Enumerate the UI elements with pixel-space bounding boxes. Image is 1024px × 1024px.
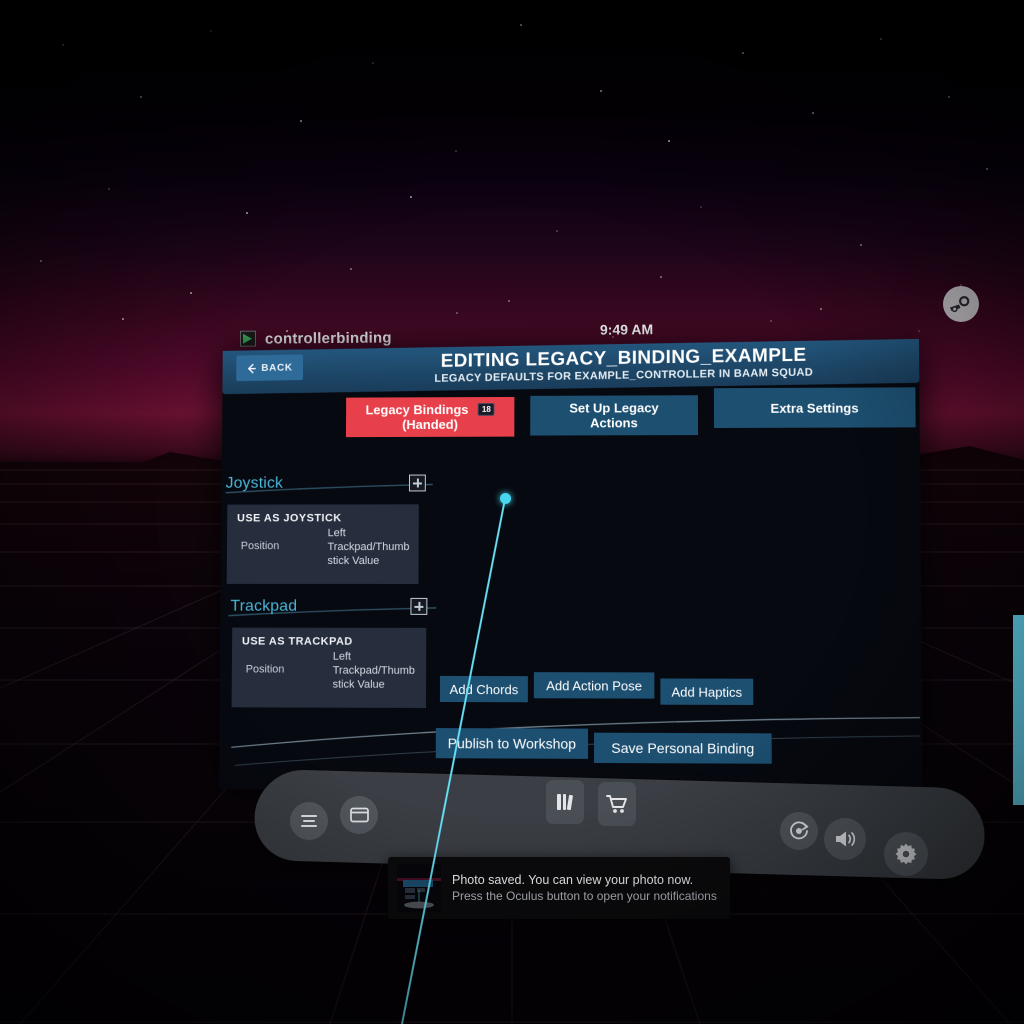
screenshot-thumbnail bbox=[397, 864, 441, 912]
tab-legacy-bindings[interactable]: Legacy Bindings 18 (Handed) bbox=[346, 397, 514, 437]
binding-card-joystick[interactable]: USE AS JOYSTICK Position Left Trackpad/T… bbox=[227, 504, 419, 584]
arrow-left-icon bbox=[247, 363, 258, 374]
binding-card-trackpad[interactable]: USE AS TRACKPAD Position Left Trackpad/T… bbox=[232, 628, 427, 708]
tab-legacy-bindings-line2: (Handed) bbox=[402, 417, 458, 432]
menu-icon[interactable] bbox=[290, 802, 328, 840]
tab-extra-settings[interactable]: Extra Settings bbox=[714, 387, 916, 428]
section-title-joystick: Joystick bbox=[225, 475, 283, 493]
notification-toast[interactable]: Photo saved. You can view your photo now… bbox=[388, 857, 730, 919]
window-icon[interactable] bbox=[340, 796, 378, 834]
star-field bbox=[0, 0, 1024, 330]
tab-set-up-legacy-actions-line1: Set Up Legacy bbox=[569, 400, 658, 415]
back-button-label: BACK bbox=[261, 362, 293, 373]
binding-card-trackpad-value-line2: Trackpad/Thumb bbox=[333, 664, 415, 678]
binding-editor-window: BACK EDITING LEGACY_BINDING_EXAMPLE LEGA… bbox=[219, 347, 923, 793]
publish-to-workshop-button-label: Publish to Workshop bbox=[448, 735, 576, 752]
binding-card-joystick-value-line1: Left bbox=[328, 526, 346, 540]
notification-title: Photo saved. You can view your photo now… bbox=[452, 872, 717, 888]
publish-to-workshop-button[interactable]: Publish to Workshop bbox=[436, 728, 588, 759]
binding-card-joystick-value-line2: Trackpad/Thumb bbox=[327, 540, 409, 554]
add-grid-icon-joystick[interactable] bbox=[409, 475, 426, 492]
add-action-pose-button-label: Add Action Pose bbox=[546, 678, 642, 693]
binding-card-joystick-value-line3: stick Value bbox=[327, 554, 379, 568]
steamvr-overlay-panel: controllerbinding 9:49 AM BACK EDITING L… bbox=[196, 312, 936, 802]
add-chords-button-label: Add Chords bbox=[450, 681, 519, 696]
section-header-joystick: Joystick bbox=[225, 475, 283, 493]
add-grid-icon-trackpad[interactable] bbox=[410, 598, 427, 615]
tab-set-up-legacy-actions-line2: Actions bbox=[590, 415, 638, 430]
right-edge-cyan-panel bbox=[1013, 615, 1024, 805]
section-header-trackpad: Trackpad bbox=[230, 598, 297, 616]
notification-text: Photo saved. You can view your photo now… bbox=[452, 872, 717, 904]
add-action-pose-button[interactable]: Add Action Pose bbox=[534, 672, 654, 698]
vr-screenshot-root: controllerbinding 9:49 AM BACK EDITING L… bbox=[0, 0, 1024, 1024]
app-name-label: controllerbinding bbox=[265, 329, 392, 347]
add-haptics-button-label: Add Haptics bbox=[671, 684, 742, 699]
section-title-trackpad: Trackpad bbox=[230, 598, 297, 616]
add-chords-button[interactable]: Add Chords bbox=[440, 676, 528, 702]
record-icon[interactable] bbox=[780, 812, 818, 850]
store-cart-icon[interactable] bbox=[598, 782, 636, 826]
binding-card-joystick-caption: USE AS JOYSTICK bbox=[237, 512, 342, 524]
save-personal-binding-button[interactable]: Save Personal Binding bbox=[594, 733, 772, 764]
editor-tab-bar: Legacy Bindings 18 (Handed) Set Up Legac… bbox=[346, 393, 918, 437]
notification-subtitle: Press the Oculus button to open your not… bbox=[452, 888, 717, 904]
tab-set-up-legacy-actions[interactable]: Set Up Legacy Actions bbox=[530, 395, 698, 435]
binding-card-trackpad-caption: USE AS TRACKPAD bbox=[242, 636, 353, 648]
back-button[interactable]: BACK bbox=[236, 354, 303, 381]
binding-card-trackpad-value-line1: Left bbox=[333, 650, 351, 664]
volume-icon[interactable] bbox=[824, 818, 866, 860]
binding-card-trackpad-value-line3: stick Value bbox=[333, 678, 385, 692]
clock-label: 9:49 AM bbox=[600, 321, 653, 337]
tab-extra-settings-line1: Extra Settings bbox=[770, 400, 858, 415]
laser-cursor-dot bbox=[500, 493, 511, 504]
binding-card-trackpad-key: Position bbox=[246, 663, 285, 675]
binding-card-joystick-key: Position bbox=[241, 540, 280, 552]
tab-legacy-bindings-badge: 18 bbox=[478, 403, 495, 416]
settings-gear-icon[interactable] bbox=[884, 832, 928, 876]
steam-logo-icon bbox=[943, 286, 979, 322]
app-window-icon bbox=[240, 331, 256, 347]
tab-legacy-bindings-line1: Legacy Bindings bbox=[366, 402, 469, 417]
save-personal-binding-button-label: Save Personal Binding bbox=[611, 740, 754, 757]
library-icon[interactable] bbox=[546, 780, 584, 824]
add-haptics-button[interactable]: Add Haptics bbox=[660, 678, 753, 704]
